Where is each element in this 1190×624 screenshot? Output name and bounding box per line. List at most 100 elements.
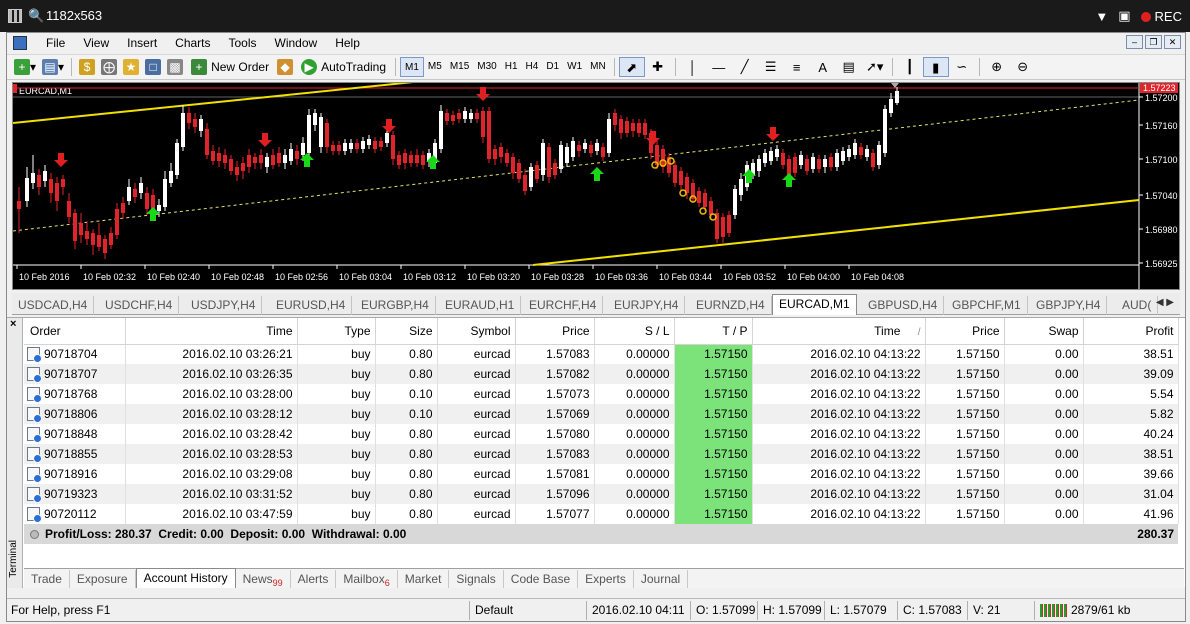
line-chart-icon[interactable]: ∽ (949, 59, 975, 75)
magnifier-icon[interactable]: 🔍 (28, 8, 44, 24)
timeframe-m5[interactable]: M5 (424, 57, 446, 77)
table-row[interactable]: 90719323 2016.02.10 03:31:52 buy 0.80 eurcad… (24, 484, 1179, 504)
metaeditor-button[interactable]: ◆ (274, 56, 296, 78)
price-chart[interactable]: 1.57200 1.57160 1.57100 1.57040 1.56980 1.569… (12, 82, 1180, 290)
table-row[interactable]: 90718704 2016.02.10 03:26:21 buy 0.80 eurcad… (24, 344, 1179, 364)
col-order[interactable]: Order (24, 318, 126, 345)
navigator-button[interactable]: ★ (120, 56, 142, 78)
timeframe-m1[interactable]: M1 (400, 57, 424, 77)
table-row[interactable]: 90720112 2016.02.10 03:47:59 buy 0.80 eurcad… (24, 504, 1179, 524)
menu-view[interactable]: View (74, 36, 118, 50)
chart-tab[interactable]: EURGBP,H4 (355, 296, 436, 315)
terminal-tab-trade[interactable]: Trade (24, 570, 70, 588)
col-open-time[interactable]: Time (125, 318, 298, 345)
chart-tab[interactable]: EURCAD,M1 (772, 294, 857, 315)
profiles-button[interactable]: ▤ ▾ (39, 56, 67, 78)
mdi-close-button[interactable]: ✕ (1164, 35, 1181, 49)
terminal-tab-mailbox[interactable]: Mailbox6 (336, 570, 398, 588)
status-profile[interactable]: Default (475, 603, 513, 617)
chart-tab[interactable]: GBPUSD,H4 (862, 296, 945, 315)
chart-tab[interactable]: EURJPY,H4 (608, 296, 686, 315)
rec-button[interactable]: REC (1140, 9, 1182, 24)
timeframe-mn[interactable]: MN (586, 57, 610, 77)
chart-canvas[interactable]: 1.57200 1.57160 1.57100 1.57040 1.56980 1.569… (13, 83, 1179, 289)
terminal-tab-experts[interactable]: Experts (578, 570, 634, 588)
chart-tab[interactable]: EURCHF,H4 (523, 296, 604, 315)
strategy-tester-button[interactable]: ▩ (164, 56, 186, 78)
menu-tools[interactable]: Tools (220, 36, 266, 50)
col-size[interactable]: Size (375, 318, 438, 345)
terminal-tab-news[interactable]: News99 (236, 570, 291, 588)
menu-window[interactable]: Window (266, 36, 327, 50)
table-row[interactable]: 90718768 2016.02.10 03:28:00 buy 0.10 eurcad… (24, 384, 1179, 404)
col-tp[interactable]: T / P (674, 318, 753, 345)
new-order-button[interactable]: + New Order (186, 56, 274, 78)
tab-scroll-arrows-icon[interactable]: ◀ ▶ (1156, 297, 1174, 308)
grid-icon[interactable] (8, 9, 22, 23)
arrows-tool-icon[interactable]: ➚▾ (862, 59, 888, 75)
table-row[interactable]: 90718707 2016.02.10 03:26:35 buy 0.80 eurcad… (24, 364, 1179, 384)
chart-tab[interactable]: EURUSD,H4 (270, 296, 353, 315)
timeframe-d1[interactable]: D1 (542, 57, 563, 77)
chart-tab[interactable]: AUD( (1116, 296, 1159, 315)
col-profit[interactable]: Profit (1083, 318, 1179, 345)
menu-insert[interactable]: Insert (118, 36, 166, 50)
candlestick-icon[interactable]: ▮ (922, 57, 949, 77)
close-terminal-icon[interactable]: × (10, 318, 16, 330)
col-type[interactable]: Type (297, 318, 376, 345)
terminal-button[interactable]: □ (142, 56, 164, 78)
chart-tab[interactable]: EURAUD,H1 (439, 296, 522, 315)
table-row[interactable]: 90718806 2016.02.10 03:28:12 buy 0.10 eurcad… (24, 404, 1179, 424)
col-close-price[interactable]: Price (925, 318, 1005, 345)
fibonacci-icon[interactable]: ≡ (784, 60, 810, 75)
timeframe-h4[interactable]: H4 (522, 57, 543, 77)
zoom-in-icon[interactable]: ⊕ (984, 59, 1010, 75)
table-row[interactable]: 90718855 2016.02.10 03:28:53 buy 0.80 eurcad… (24, 444, 1179, 464)
col-open-price[interactable]: Price (515, 318, 595, 345)
chart-tab[interactable]: GBPJPY,H4 (1030, 296, 1108, 315)
timeframe-m15[interactable]: M15 (446, 57, 473, 77)
app-icon[interactable] (13, 36, 27, 50)
timeframe-w1[interactable]: W1 (563, 57, 586, 77)
chart-tab[interactable]: USDJPY,H4 (185, 296, 263, 315)
terminal-tab-signals[interactable]: Signals (449, 570, 504, 588)
bar-chart-icon[interactable]: ┃ (897, 59, 923, 75)
terminal-tab-code-base[interactable]: Code Base (504, 570, 579, 588)
table-row[interactable]: 90718848 2016.02.10 03:28:42 buy 0.80 eurcad… (24, 424, 1179, 444)
menu-charts[interactable]: Charts (166, 36, 219, 50)
mdi-restore-button[interactable]: ❐ (1145, 35, 1162, 49)
chart-tab[interactable]: GBPCHF,M1 (946, 296, 1028, 315)
data-window-button[interactable]: ⨁ (98, 56, 120, 78)
mdi-minimize-button[interactable]: – (1126, 35, 1143, 49)
col-swap[interactable]: Swap (1004, 318, 1084, 345)
trendline-icon[interactable]: ╱ (732, 59, 758, 75)
col-symbol[interactable]: Symbol (437, 318, 516, 345)
terminal-tab-exposure[interactable]: Exposure (70, 570, 136, 588)
col-sl[interactable]: S / L (594, 318, 675, 345)
menu-help[interactable]: Help (326, 36, 369, 50)
minimize-recorder-icon[interactable]: ▼ (1095, 9, 1108, 24)
crosshair-tool-icon[interactable]: ✚ (645, 59, 671, 75)
terminal-tab-alerts[interactable]: Alerts (291, 570, 337, 588)
zoom-out-icon[interactable]: ⊖ (1010, 59, 1036, 75)
timeframe-h1[interactable]: H1 (501, 57, 522, 77)
chart-tab[interactable]: USDCAD,H4 (12, 296, 95, 315)
chart-tab[interactable]: USDCHF,H4 (99, 296, 180, 315)
cursor-tool-icon[interactable]: ⬈ (618, 57, 645, 77)
menu-file[interactable]: File (37, 36, 74, 50)
chart-tab[interactable]: EURNZD,H4 (690, 296, 772, 315)
autotrading-button[interactable]: ▶ AutoTrading (296, 56, 391, 78)
camera-icon[interactable]: ▣ (1118, 8, 1130, 24)
terminal-tab-market[interactable]: Market (398, 570, 450, 588)
col-close-time[interactable]: Time / (752, 318, 926, 345)
table-row[interactable]: 90718916 2016.02.10 03:29:08 buy 0.80 eurcad… (24, 464, 1179, 484)
equidistant-channel-icon[interactable]: ☰ (758, 59, 784, 75)
vertical-line-icon[interactable]: │ (680, 60, 706, 75)
terminal-tab-journal[interactable]: Journal (634, 570, 689, 588)
terminal-tab-account-history[interactable]: Account History (135, 568, 236, 588)
market-watch-button[interactable]: $ (76, 56, 98, 78)
text-label-icon[interactable]: ▤ (836, 59, 862, 75)
horizontal-line-icon[interactable]: — (706, 60, 732, 75)
timeframe-m30[interactable]: M30 (473, 57, 500, 77)
new-chart-button[interactable]: + ▾ (11, 56, 39, 78)
